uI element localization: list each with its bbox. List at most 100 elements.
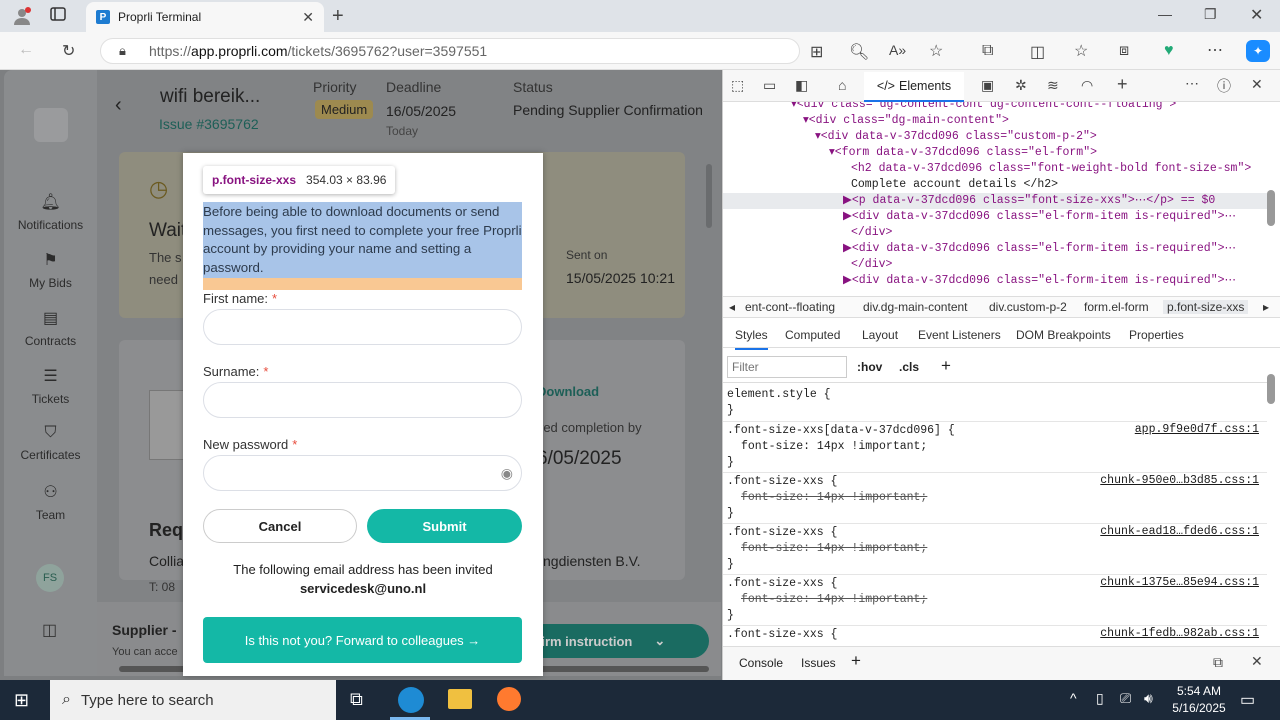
windows-start-icon[interactable]: ⊞ — [14, 690, 29, 711]
refresh-icon[interactable]: ↻ — [62, 41, 75, 61]
favorite-star-icon[interactable]: ☆ — [929, 41, 943, 61]
dom-line[interactable]: ▾<form data-v-37dcd096 class="el-form"> — [723, 145, 1267, 161]
device-toolbar-icon[interactable]: ▭ — [763, 77, 776, 94]
sidebar-item-tickets[interactable]: ☰ Tickets — [4, 366, 97, 406]
firefox-icon[interactable] — [497, 687, 521, 711]
restore-icon[interactable]: ❐ — [1204, 6, 1217, 23]
confirm-instruction-button[interactable]: firm instruction ⌄ — [527, 624, 709, 658]
task-view-icon[interactable]: ⧉ — [350, 689, 363, 710]
download-link[interactable]: Download — [537, 384, 599, 399]
rule-source-link[interactable]: chunk-ead18…fded6.css:1 — [1100, 525, 1259, 538]
notifications-center-icon[interactable]: ▭ — [1240, 690, 1255, 710]
browser-tab[interactable]: P Proprli Terminal ✕ — [86, 2, 324, 32]
first-name-input[interactable] — [203, 309, 522, 345]
breadcrumb-item[interactable]: form.el-form — [1084, 300, 1149, 314]
rule-source-link[interactable]: chunk-950e0…b3d85.css:1 — [1100, 474, 1259, 487]
new-tab-icon[interactable]: + — [332, 5, 344, 28]
network-icon[interactable]: ⎚ — [1120, 690, 1131, 707]
breadcrumb-item[interactable]: ent-cont--floating — [745, 300, 835, 314]
copilot-icon[interactable]: ✦ — [1246, 40, 1270, 62]
tab-elements[interactable]: </> Elements — [864, 72, 964, 102]
sidebar-item-team[interactable]: ⚇ Team — [4, 482, 97, 522]
tab-dom-breakpoints[interactable]: DOM Breakpoints — [1016, 328, 1111, 342]
file-explorer-icon[interactable] — [448, 689, 472, 709]
add-drawer-tab-plus-icon[interactable]: + — [851, 651, 861, 671]
dom-line[interactable]: <h2 data-v-37dcd096 class="font-weight-b… — [723, 161, 1267, 177]
dom-line[interactable]: </div> — [723, 257, 1267, 273]
minimize-icon[interactable]: — — [1158, 6, 1172, 22]
close-devtools-icon[interactable]: ✕ — [1251, 76, 1263, 93]
tab-event-listeners[interactable]: Event Listeners — [918, 328, 1001, 342]
dom-scrollbar[interactable] — [1267, 190, 1275, 226]
system-clock[interactable]: 5:54 AM 5/16/2025 — [1166, 683, 1232, 717]
sidebar-item-my-bids[interactable]: ⚑ My Bids — [4, 250, 97, 290]
sidebar-item-notifications[interactable]: 🔔︎ Notifications — [4, 192, 97, 232]
dom-line[interactable]: ▶<div data-v-37dcd096 class="el-form-ite… — [723, 209, 1267, 225]
close-drawer-icon[interactable]: ✕ — [1251, 653, 1263, 670]
read-aloud-icon[interactable]: A» — [889, 42, 906, 58]
favorites-icon[interactable]: ☆ — [1074, 41, 1088, 61]
tab-computed[interactable]: Computed — [785, 328, 840, 342]
tab-layout[interactable]: Layout — [862, 328, 898, 342]
bug-icon[interactable]: ✲ — [1015, 77, 1027, 94]
url-bar[interactable]: 🔒︎ https://app.proprli.com/tickets/36957… — [100, 38, 800, 64]
dom-line-selected[interactable]: ▶<p data-v-37dcd096 class="font-size-xxs… — [723, 193, 1267, 209]
rule-source-link[interactable]: chunk-1fedb…982ab.css:1 — [1100, 627, 1259, 640]
tab-issues[interactable]: Issues — [801, 656, 836, 670]
new-password-input[interactable]: ◉ — [203, 455, 522, 491]
dom-line[interactable]: ▾<div data-v-37dcd096 class="custom-p-2"… — [723, 129, 1267, 145]
devtools-menu-icon[interactable]: ⋯ — [1185, 75, 1199, 92]
more-menu-icon[interactable]: ⋯ — [1207, 40, 1223, 60]
help-icon[interactable]: ⓘ — [1217, 76, 1231, 96]
surname-input[interactable] — [203, 382, 522, 418]
apps-icon[interactable]: ⊞ — [810, 42, 823, 62]
tab-styles[interactable]: Styles — [735, 328, 768, 350]
hov-toggle[interactable]: :hov — [857, 360, 882, 374]
new-style-rule-plus-icon[interactable]: + — [941, 356, 951, 376]
taskbar-search[interactable]: ⌕ Type here to search — [50, 680, 336, 720]
tab-console[interactable]: Console — [739, 656, 783, 670]
show-hidden-icons-icon[interactable]: ^ — [1070, 690, 1077, 706]
tab-actions-icon[interactable] — [50, 6, 66, 22]
tab-properties[interactable]: Properties — [1129, 328, 1184, 342]
breadcrumb-item-selected[interactable]: p.font-size-xxs — [1163, 300, 1249, 314]
back-icon[interactable]: ← — [18, 41, 34, 59]
dom-line[interactable]: </div> — [723, 225, 1267, 241]
performance-panel-icon[interactable]: ◠ — [1081, 77, 1093, 94]
close-tab-icon[interactable]: ✕ — [302, 9, 314, 26]
back-arrow-icon[interactable]: ‹ — [115, 94, 122, 117]
dom-line[interactable]: Complete account details </h2> — [723, 177, 1267, 193]
dom-line[interactable]: ▾<div class="dg-content-cont dg-content-… — [723, 102, 1267, 113]
breadcrumb-right-arrow-icon[interactable]: ▸ — [1263, 300, 1269, 314]
close-window-icon[interactable]: ✕ — [1250, 5, 1263, 25]
style-rule[interactable]: element.style {} — [727, 387, 1267, 419]
zoom-icon[interactable]: 🔍︎ — [849, 42, 869, 62]
undock-drawer-icon[interactable]: ⧉ — [1213, 654, 1223, 671]
breadcrumb-left-arrow-icon[interactable]: ◂ — [729, 300, 735, 314]
avatar[interactable]: FS — [36, 564, 64, 592]
forward-to-colleagues-button[interactable]: Is this not you? Forward to colleagues → — [203, 617, 522, 663]
submit-button[interactable]: Submit — [367, 509, 522, 543]
rule-source-link[interactable]: app.9f9e0d7f.css:1 — [1135, 423, 1259, 436]
rule-source-link[interactable]: chunk-1375e…85e94.css:1 — [1100, 576, 1259, 589]
sidebar-item-contracts[interactable]: ▤ Contracts — [4, 308, 97, 348]
breadcrumb-item[interactable]: div.custom-p-2 — [989, 300, 1067, 314]
cancel-button[interactable]: Cancel — [203, 509, 357, 543]
performance-icon[interactable]: ♥ — [1164, 42, 1174, 60]
inspect-element-icon[interactable]: ⬚ — [731, 77, 744, 94]
volume-icon[interactable]: 🔊︎ — [1144, 690, 1153, 707]
dom-line[interactable]: ▶<div data-v-37dcd096 class="el-form-ite… — [723, 241, 1267, 257]
network-wifi-icon[interactable]: ≋ — [1047, 77, 1059, 94]
split-screen-icon[interactable]: ◫ — [1030, 42, 1045, 62]
more-tools-plus-icon[interactable]: + — [1117, 74, 1128, 95]
cls-toggle[interactable]: .cls — [899, 360, 919, 374]
vertical-scrollbar[interactable] — [706, 164, 712, 228]
extensions-icon[interactable]: ⧉ — [982, 42, 993, 60]
collapse-sidebar-icon[interactable]: ◫ — [42, 620, 57, 640]
device-icon[interactable]: ▯ — [1096, 690, 1104, 707]
breadcrumb-item[interactable]: div.dg-main-content — [863, 300, 968, 314]
edge-taskbar-icon[interactable] — [398, 687, 424, 713]
show-password-eye-icon[interactable]: ◉ — [501, 465, 513, 482]
sidebar-item-certificates[interactable]: ⛉ Certificates — [4, 424, 97, 462]
dock-icon[interactable]: ◧ — [795, 77, 808, 94]
